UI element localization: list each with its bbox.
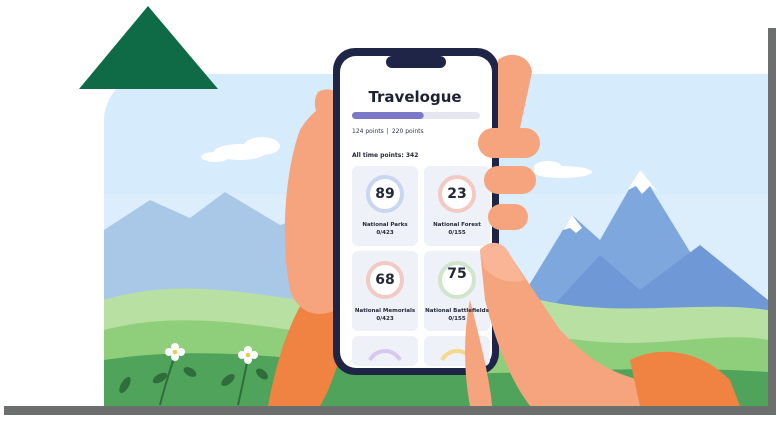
card-fraction: 0/423: [376, 230, 394, 236]
card-fraction: 0/155: [448, 316, 466, 322]
accent-triangle: [79, 6, 218, 89]
card-value: 23: [447, 186, 467, 202]
frame-shadow-right: [768, 28, 776, 413]
card-value: 68: [375, 272, 395, 288]
all-time-points: All time points: 342: [352, 152, 419, 159]
current-points: 124 points: [352, 128, 384, 135]
total-points: 220 points: [391, 128, 424, 135]
card-fraction: 0/155: [448, 230, 466, 236]
points-summary: 124 points | 220 points: [352, 128, 424, 135]
card-name: National Memorials: [354, 308, 416, 314]
card-value: 89: [375, 186, 395, 202]
frame-shadow-bottom: [4, 406, 776, 415]
phone-screen: Travelogue 124 points | 220 points All tim…: [340, 58, 490, 363]
card-name: National Forest: [433, 222, 481, 228]
card-name: National Parks: [362, 222, 408, 228]
card-value: 75: [447, 266, 467, 282]
points-separator: |: [386, 128, 389, 135]
app-title: Travelogue: [368, 88, 462, 106]
card-name: National Battlefields: [425, 308, 489, 314]
card-fraction: 0/423: [376, 316, 394, 322]
